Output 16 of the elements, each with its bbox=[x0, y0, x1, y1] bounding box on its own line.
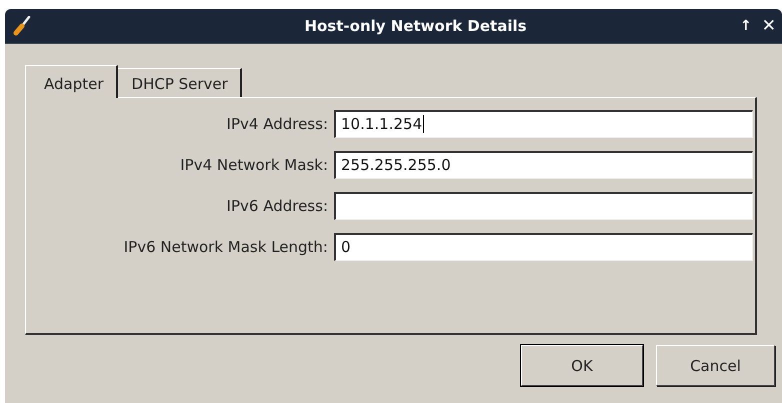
input-field[interactable] bbox=[334, 192, 753, 220]
field-label: IPv6 Network Mask Length: bbox=[122, 238, 328, 256]
input-field[interactable]: 0 bbox=[334, 233, 753, 261]
field-label: IPv6 Address: bbox=[226, 197, 328, 215]
shade-button[interactable]: ↑ bbox=[740, 18, 752, 34]
screwdriver-icon bbox=[13, 16, 31, 36]
field-label: IPv4 Address: bbox=[226, 115, 328, 133]
field-label: IPv4 Network Mask: bbox=[179, 156, 328, 174]
window-title: Host-only Network Details bbox=[303, 17, 528, 35]
ok-button[interactable]: OK bbox=[521, 345, 643, 386]
input-field[interactable]: 10.1.1.254 bbox=[334, 110, 753, 138]
cancel-button[interactable]: Cancel bbox=[656, 345, 775, 386]
input-field[interactable]: 255.255.255.0 bbox=[334, 151, 753, 179]
tab[interactable]: DHCP Server bbox=[118, 68, 242, 97]
close-button[interactable]: ✕ bbox=[762, 16, 776, 36]
tab[interactable]: Adapter bbox=[25, 65, 118, 98]
